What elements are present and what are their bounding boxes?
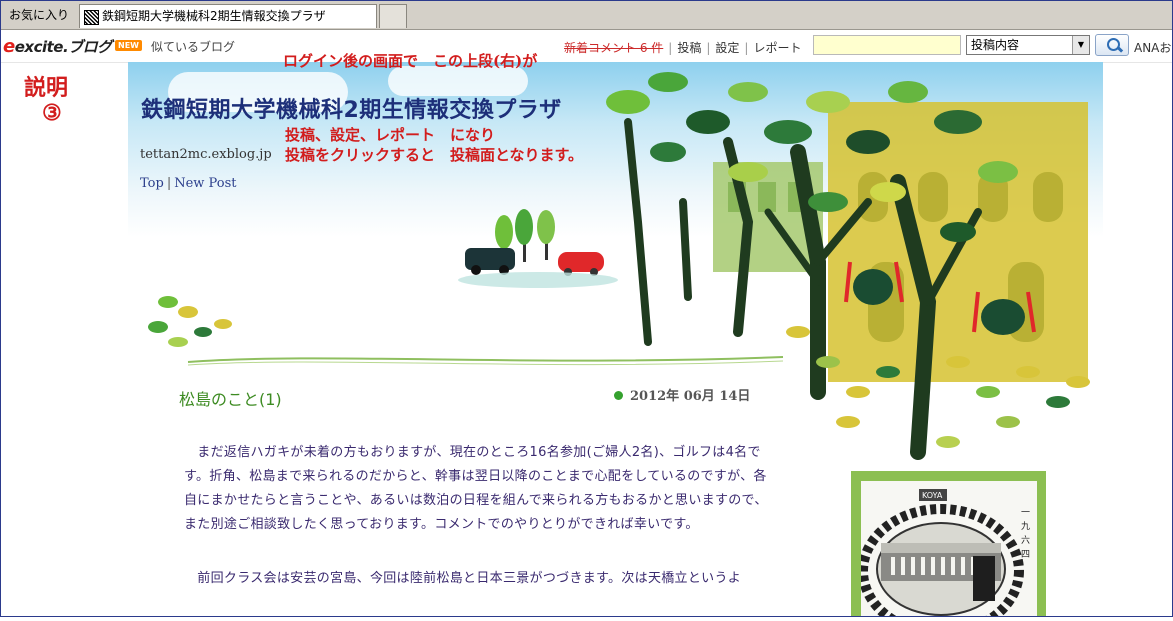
annotation-mid-note-1: 投稿、設定、レポート になり — [285, 126, 496, 144]
post-date-text: 2012年 06月 14日 — [630, 389, 751, 404]
user-links: 新着コメント 6 件 | 投稿 | 設定 | レポート — [564, 41, 802, 55]
blog-nav: Top | New Post — [140, 176, 237, 191]
search-scope-value: 投稿内容 — [971, 38, 1020, 52]
favorites-tab[interactable]: お気に入り — [3, 4, 77, 28]
annotation-number: ③ — [42, 100, 62, 126]
blog-url: tettan2mc.exblog.jp — [140, 147, 272, 162]
site-favicon-icon — [84, 10, 99, 25]
photo-vertical-text: 一九六四 — [1021, 508, 1030, 560]
annotation-setsumei: 説明 — [24, 75, 69, 101]
post-title[interactable]: 松島のこと(1) — [179, 386, 282, 410]
annotation-mid-note-2: 投稿をクリックすると 投稿面となります。 — [285, 146, 584, 164]
search-button[interactable] — [1095, 34, 1129, 56]
post-link[interactable]: 投稿 — [677, 41, 701, 55]
similar-blogs-link[interactable]: 似ているブログ — [151, 38, 235, 55]
photo-image: KOYA 一九六四 — [861, 489, 1030, 617]
post-photo[interactable]: KOYA 一九六四 — [861, 481, 1037, 617]
blog-banner — [128, 62, 1103, 237]
chevron-down-icon: ▼ — [1072, 36, 1089, 54]
search-input[interactable] — [813, 35, 961, 55]
ana-link[interactable]: ANAお — [1134, 39, 1171, 56]
settings-link[interactable]: 設定 — [715, 41, 739, 55]
date-bullet-icon — [614, 391, 623, 400]
report-link[interactable]: レポート — [753, 41, 801, 55]
excite-blog-logo[interactable]: eexcite.ブログ — [3, 36, 112, 57]
post-paragraph-1: まだ返信ハガキが未着の方もおりますが、現在のところ16名参加(ご婦人2名)、ゴル… — [184, 445, 768, 532]
post-date: 2012年 06月 14日 — [614, 385, 750, 404]
post-paragraph-2: 前回クラス会は安芸の宮島、今回は陸前松島と日本三景がつづきます。次は天橋立という… — [184, 571, 742, 586]
browser-tab-bar: お気に入り 鉄鋼短期大学機械科2期生情報交換プラザ — [1, 1, 1172, 30]
post-body: まだ返信ハガキが未着の方もおりますが、現在のところ16名参加(ご婦人2名)、ゴル… — [184, 441, 776, 621]
new-badge: NEW — [115, 40, 142, 51]
nav-top-link[interactable]: Top — [140, 176, 164, 191]
tab-blog-label: 鉄鋼短期大学機械科2期生情報交換プラザ — [102, 9, 326, 23]
logo-text: excite.ブログ — [14, 38, 112, 56]
photo-sign-text: KOYA — [922, 491, 943, 500]
nav-new-post-link[interactable]: New Post — [174, 176, 236, 191]
search-scope-select[interactable]: 投稿内容 ▼ — [966, 35, 1090, 55]
excite-header: eexcite.ブログ NEW 似ているブログ 新着コメント 6 件 | 投稿 | 設定… — [1, 30, 1172, 63]
new-tab-button[interactable] — [379, 4, 407, 28]
blog-title[interactable]: 鉄鋼短期大学機械科2期生情報交換プラザ — [141, 92, 562, 124]
annotation-top-note: ログイン後の画面で この上段(右)が — [283, 52, 538, 70]
new-comments-link[interactable]: 新着コメント 6 件 — [564, 41, 663, 55]
tab-blog[interactable]: 鉄鋼短期大学機械科2期生情報交換プラザ — [79, 4, 377, 28]
